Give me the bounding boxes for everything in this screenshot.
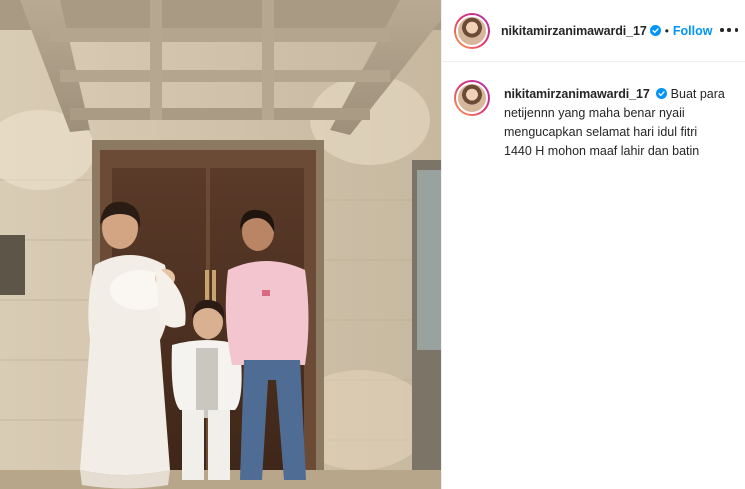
avatar-image: [456, 82, 488, 114]
caption-first-line: nikitamirzanimawardi_17 Buat para: [504, 85, 725, 104]
follow-button[interactable]: Follow: [673, 24, 713, 38]
post-photo[interactable]: [0, 0, 441, 489]
caption-line: Buat para: [670, 87, 725, 101]
caption-line: netijennn yang maha benar nyaii: [504, 106, 685, 120]
caption-text: nikitamirzanimawardi_17 Buat para netije…: [504, 85, 725, 161]
caption-avatar[interactable]: [454, 80, 490, 116]
separator-dot: •: [664, 23, 669, 38]
post-header: nikitamirzanimawardi_17 • Follow: [442, 0, 745, 62]
instagram-post: nikitamirzanimawardi_17 • Follow nikitam…: [0, 0, 745, 489]
caption-line: 1440 H mohon maaf lahir dan batin: [504, 144, 700, 158]
verified-badge-icon: [649, 25, 661, 36]
verified-badge-icon: [656, 88, 668, 99]
author-username[interactable]: nikitamirzanimawardi_17: [501, 24, 647, 38]
avatar-image: [456, 14, 488, 47]
post-sidebar: nikitamirzanimawardi_17 • Follow nikitam…: [441, 0, 745, 489]
caption-line: mengucapkan selamat hari idul fitri: [504, 125, 698, 139]
profile-avatar[interactable]: [454, 12, 490, 49]
caption-username[interactable]: nikitamirzanimawardi_17: [504, 87, 650, 101]
post-caption: nikitamirzanimawardi_17 Buat para netije…: [454, 80, 740, 161]
more-options-icon[interactable]: [720, 22, 738, 38]
family-photo-illustration: [0, 0, 441, 489]
